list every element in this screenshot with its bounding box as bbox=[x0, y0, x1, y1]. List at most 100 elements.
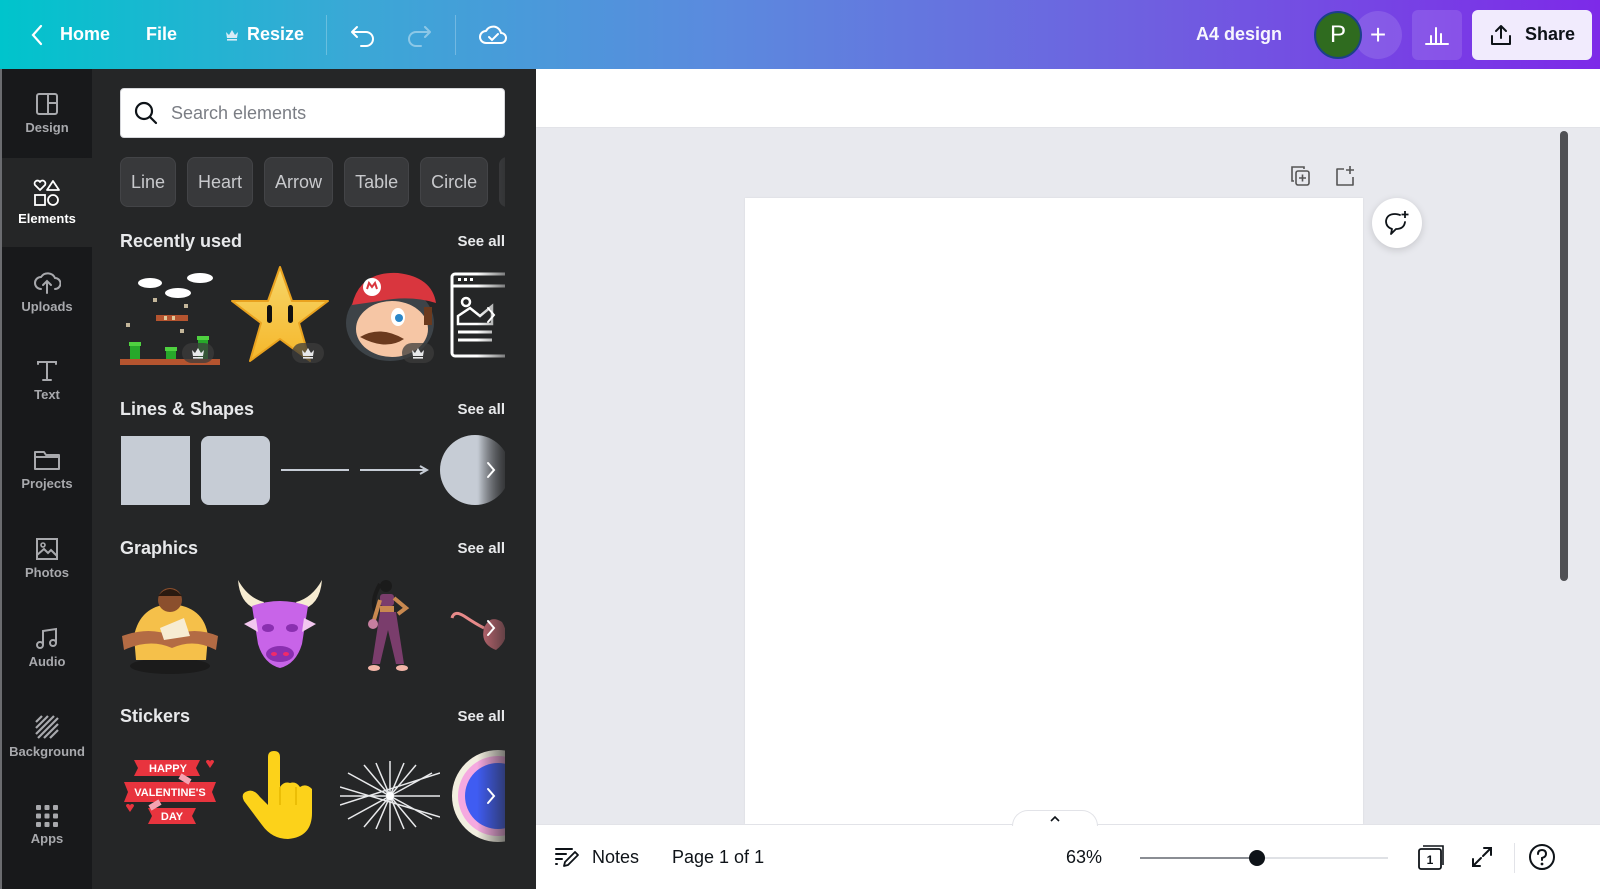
show-pages-toggle[interactable] bbox=[1012, 810, 1098, 826]
rail-item-background[interactable]: Background bbox=[2, 692, 92, 781]
suggestion-chips: Line Heart Arrow Table Circle bbox=[120, 157, 505, 207]
section-lines-shapes: Lines & Shapes See all bbox=[120, 397, 505, 505]
expand-icon bbox=[1472, 847, 1492, 867]
layout-icon bbox=[36, 93, 58, 115]
rounded-square-swatch bbox=[200, 435, 270, 505]
duplicate-page-button[interactable] bbox=[1287, 162, 1315, 190]
upload-share-icon bbox=[1490, 24, 1511, 45]
chip-circle[interactable]: Circle bbox=[420, 157, 489, 207]
rail-item-photos[interactable]: Photos bbox=[2, 514, 92, 603]
pointing-hand-sticker[interactable] bbox=[230, 746, 330, 846]
section-title: Stickers bbox=[120, 705, 191, 726]
arrow-swatch bbox=[360, 465, 430, 475]
purple-bull-skull-graphic[interactable] bbox=[230, 578, 330, 678]
woman-kettlebell-image bbox=[368, 580, 410, 671]
chevron-right-icon bbox=[487, 788, 496, 804]
chip-label: Heart bbox=[198, 171, 243, 192]
search-elements-input[interactable] bbox=[171, 102, 471, 124]
straight-line[interactable] bbox=[280, 435, 350, 505]
woman-kettlebell-graphic[interactable] bbox=[340, 578, 440, 678]
see-all-link[interactable]: See all bbox=[457, 708, 505, 725]
rail-item-uploads[interactable]: Uploads bbox=[2, 247, 92, 336]
design-page[interactable] bbox=[745, 198, 1363, 824]
grid-icon bbox=[36, 805, 58, 827]
file-menu-button[interactable]: File bbox=[132, 13, 191, 57]
chip-label: Table bbox=[355, 171, 399, 192]
help-icon bbox=[1529, 844, 1555, 870]
rounded-square-shape[interactable] bbox=[200, 435, 270, 505]
user-avatar[interactable]: P bbox=[1314, 10, 1362, 59]
zoom-slider[interactable] bbox=[1140, 850, 1388, 866]
starburst-image bbox=[340, 761, 440, 831]
chip-line[interactable]: Line bbox=[120, 157, 177, 207]
search-box[interactable] bbox=[120, 88, 505, 138]
home-button[interactable]: Home bbox=[16, 13, 124, 57]
notes-button[interactable]: Notes bbox=[554, 846, 639, 868]
chevron-right-icon bbox=[487, 462, 496, 478]
rail-item-projects[interactable]: Projects bbox=[2, 425, 92, 514]
crown-icon bbox=[412, 348, 424, 359]
sticker-text: HAPPY bbox=[149, 763, 188, 775]
power-star-graphic[interactable] bbox=[230, 265, 330, 365]
happy-valentines-day-sticker[interactable]: HAPPY VALENTINE'S DAY bbox=[120, 746, 220, 846]
add-page-button[interactable] bbox=[1331, 162, 1359, 190]
rail-item-audio[interactable]: Audio bbox=[2, 603, 92, 692]
crown-icon bbox=[192, 348, 204, 359]
see-all-link[interactable]: See all bbox=[457, 233, 505, 250]
insights-button[interactable] bbox=[1412, 9, 1462, 60]
rail-item-text[interactable]: Text bbox=[2, 336, 92, 425]
music-icon bbox=[36, 627, 57, 649]
redo-icon bbox=[408, 25, 432, 47]
rail-item-elements[interactable]: Elements bbox=[2, 158, 92, 247]
rail-label: Projects bbox=[21, 476, 73, 491]
search-icon bbox=[134, 101, 158, 125]
man-hugging-graphic[interactable] bbox=[120, 578, 220, 678]
fullscreen-button[interactable] bbox=[1466, 841, 1498, 873]
chip-heart[interactable]: Heart bbox=[187, 157, 254, 207]
chip-table[interactable]: Table bbox=[344, 157, 410, 207]
recently-used-scroll-right[interactable] bbox=[477, 265, 505, 365]
rail-label: Audio bbox=[28, 654, 66, 669]
page-count: 1 bbox=[1427, 853, 1434, 867]
arrow-line[interactable] bbox=[360, 435, 430, 505]
rail-label: Uploads bbox=[21, 299, 73, 314]
add-comment-button[interactable] bbox=[1372, 198, 1422, 248]
chips-scroll-right-button[interactable] bbox=[499, 157, 505, 207]
see-all-link[interactable]: See all bbox=[457, 540, 505, 557]
see-all-link[interactable]: See all bbox=[457, 401, 505, 418]
chevron-up-icon bbox=[1050, 815, 1060, 822]
shapes-scroll-right[interactable] bbox=[477, 435, 505, 505]
document-title[interactable]: A4 design bbox=[1196, 24, 1282, 45]
graphics-scroll-right[interactable] bbox=[477, 578, 505, 678]
rail-item-apps[interactable]: Apps bbox=[2, 781, 92, 870]
toolbar-right-group: A4 design P + Share bbox=[1196, 0, 1592, 69]
stickers-scroll-right[interactable] bbox=[477, 746, 505, 846]
undo-button[interactable] bbox=[335, 13, 391, 57]
home-label: Home bbox=[60, 24, 111, 44]
square-swatch bbox=[120, 435, 190, 505]
man-hugging-image bbox=[122, 588, 218, 674]
toolbar-divider bbox=[455, 14, 457, 55]
premium-badge bbox=[292, 343, 324, 363]
pixel-game-level-graphic[interactable] bbox=[120, 265, 220, 365]
cartoon-plumber-face-graphic[interactable] bbox=[340, 265, 440, 365]
resize-button[interactable]: Resize bbox=[211, 13, 318, 57]
save-status-button[interactable] bbox=[464, 13, 522, 57]
share-button[interactable]: Share bbox=[1472, 9, 1592, 60]
rail-item-design[interactable]: Design bbox=[2, 69, 92, 158]
starburst-sticker[interactable] bbox=[340, 746, 440, 846]
page-grid-button[interactable]: 1 bbox=[1416, 841, 1448, 873]
redo-button[interactable] bbox=[391, 13, 447, 57]
section-graphics: Graphics See all bbox=[120, 536, 505, 678]
notes-pencil-icon bbox=[555, 848, 579, 867]
vertical-scrollbar[interactable] bbox=[1560, 131, 1568, 581]
chip-label: Arrow bbox=[275, 171, 323, 192]
share-label: Share bbox=[1524, 24, 1576, 44]
help-button[interactable] bbox=[1526, 841, 1558, 873]
page-indicator[interactable]: Page 1 of 1 bbox=[672, 847, 764, 868]
shapes-icon bbox=[33, 179, 60, 206]
chip-arrow[interactable]: Arrow bbox=[264, 157, 334, 207]
square-shape[interactable] bbox=[120, 435, 190, 505]
zoom-percentage[interactable]: 63% bbox=[1066, 847, 1102, 868]
zoom-slider-thumb[interactable] bbox=[1248, 850, 1265, 866]
